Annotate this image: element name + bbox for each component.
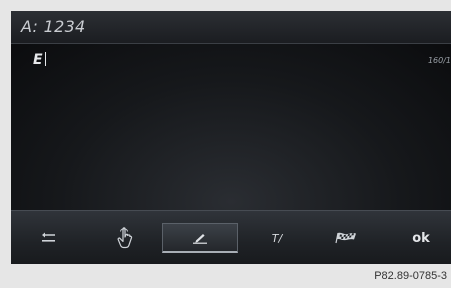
templates-button[interactable] xyxy=(324,223,368,253)
ok-label: ok xyxy=(412,230,430,246)
back-button[interactable] xyxy=(29,223,69,253)
toolbar: T/ ok xyxy=(11,210,451,264)
ok-button[interactable]: ok xyxy=(403,223,439,253)
text-cursor xyxy=(44,52,46,66)
checkered-flag-icon xyxy=(335,232,356,244)
text-cursor-icon: T/ xyxy=(271,231,283,245)
character-counter: 160/1 xyxy=(427,56,451,65)
edit-button[interactable] xyxy=(162,223,238,253)
handwriting-button[interactable] xyxy=(105,223,145,253)
message-text[interactable]: E xyxy=(33,52,46,68)
text-options-button[interactable]: T/ xyxy=(257,223,297,253)
head-unit-screen: A: 1234 E 160/1 T/ ok xyxy=(11,11,451,264)
pen-icon xyxy=(193,233,207,244)
recipient-bar[interactable]: A: 1234 xyxy=(11,11,451,44)
touch-hand-icon xyxy=(117,227,133,249)
back-arrow-icon xyxy=(42,232,55,242)
recipient-field[interactable]: A: 1234 xyxy=(21,17,86,36)
figure-code: P82.89-0785-3 xyxy=(374,270,447,282)
message-compose-area[interactable]: E 160/1 xyxy=(11,44,451,210)
